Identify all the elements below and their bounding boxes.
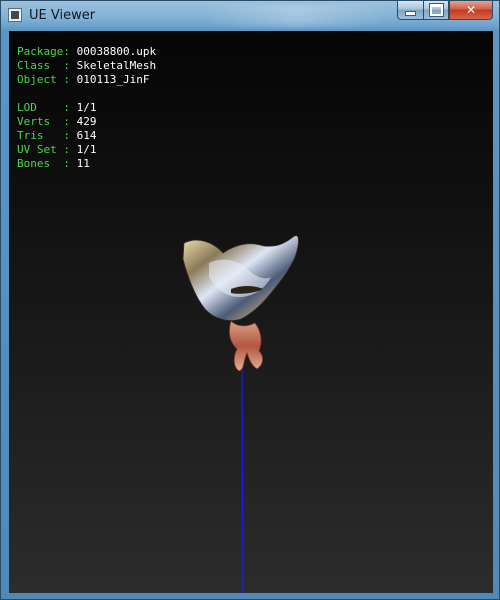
minimize-button[interactable] xyxy=(397,1,423,20)
title-bar-glow xyxy=(201,5,391,27)
app-icon[interactable] xyxy=(8,8,22,22)
close-button[interactable]: ✕ xyxy=(449,1,493,20)
close-icon: ✕ xyxy=(465,3,477,17)
title-bar[interactable]: UE Viewer ✕ xyxy=(1,1,499,31)
3d-viewport[interactable]: Package: 00038800.upk Class : SkeletalMe… xyxy=(9,31,493,593)
bone-line xyxy=(241,368,244,593)
caption-buttons: ✕ xyxy=(397,1,493,21)
maximize-icon xyxy=(428,3,444,17)
maximize-button[interactable] xyxy=(423,1,449,20)
skeletal-mesh-render xyxy=(182,235,299,593)
minimize-icon xyxy=(405,10,416,16)
ribbon-mesh xyxy=(229,320,263,372)
window-title: UE Viewer xyxy=(29,8,96,23)
app-window: UE Viewer ✕ Package: 00038800.upk Class … xyxy=(0,0,500,600)
